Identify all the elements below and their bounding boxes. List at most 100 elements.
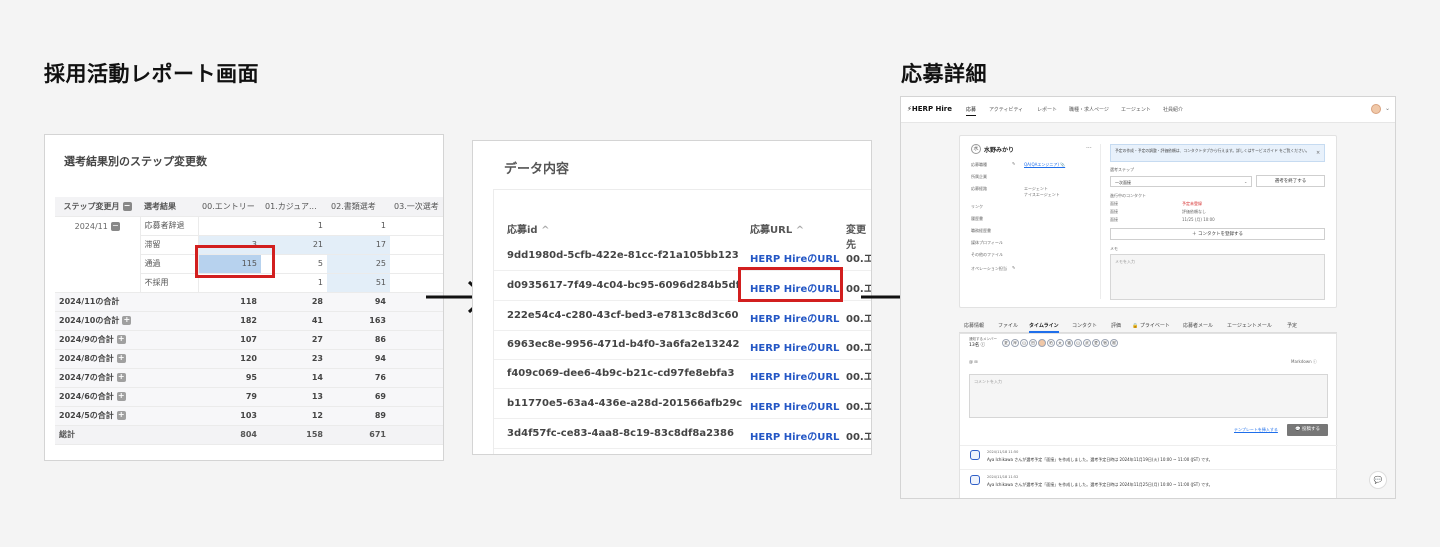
value-cell[interactable]: 2	[390, 425, 443, 445]
total-label[interactable]: 2024/11の合計	[55, 292, 198, 312]
value-cell[interactable]	[198, 216, 261, 236]
value-cell[interactable]	[390, 254, 443, 274]
value-cell[interactable]: 107	[198, 330, 261, 350]
member-chip[interactable]: 山	[1074, 339, 1082, 347]
nav-item-agents[interactable]: エージェント	[1121, 106, 1151, 113]
member-chip[interactable]: 山	[1020, 339, 1028, 347]
contact-status[interactable]: 11/25 (月) 10:00	[1182, 217, 1215, 223]
application-url-link[interactable]: HERP HireのURL	[750, 339, 839, 354]
markdown-toggle[interactable]: Markdown ⓘ	[1291, 359, 1317, 365]
nav-item-activity[interactable]: アクティビティ	[989, 106, 1023, 113]
value-cell[interactable]: 94	[327, 292, 390, 312]
value-cell[interactable]	[390, 406, 443, 426]
memo-input[interactable]: メモを入力	[1110, 254, 1325, 300]
application-url-link[interactable]: HERP HireのURL	[750, 398, 839, 413]
value-cell[interactable]	[390, 368, 443, 388]
member-chip[interactable]: 福	[1065, 339, 1073, 347]
member-chip[interactable]: 樹	[1110, 339, 1118, 347]
value-cell[interactable]: 1	[327, 216, 390, 236]
tab-candidate-mail[interactable]: 応募者メール	[1183, 322, 1213, 329]
end-selection-button[interactable]: 選考を終了する	[1256, 175, 1325, 187]
value-cell[interactable]: 12	[261, 406, 327, 426]
value-cell[interactable]: 95	[198, 368, 261, 388]
job-link[interactable]: QA(QAエンジニア) 📎	[1024, 162, 1065, 168]
member-chip[interactable]: 柏	[1047, 339, 1055, 347]
member-chip[interactable]: 田	[1029, 339, 1037, 347]
value-cell[interactable]: 17	[327, 235, 390, 255]
value-cell[interactable]: 86	[327, 330, 390, 350]
column-header-entry[interactable]: 00.エントリー	[198, 197, 261, 217]
column-header-first[interactable]: 03.一次選考	[390, 197, 443, 217]
column-header-document[interactable]: 02.書類選考	[327, 197, 390, 217]
value-cell[interactable]: 118	[198, 292, 261, 312]
edit-icon[interactable]: ✎	[1012, 265, 1015, 270]
value-cell[interactable]	[390, 349, 443, 369]
value-cell[interactable]: 13	[261, 387, 327, 407]
user-avatar[interactable]	[1371, 104, 1381, 114]
more-icon[interactable]: ···	[1086, 145, 1092, 152]
value-cell[interactable]: 120	[198, 349, 261, 369]
application-url-link[interactable]: HERP HireのURL	[750, 428, 839, 443]
value-cell[interactable]: 103	[198, 406, 261, 426]
tab-application-info[interactable]: 応募情報	[964, 322, 984, 329]
member-chip[interactable]: 宿	[1101, 339, 1109, 347]
edit-icon[interactable]: ✎	[1012, 161, 1015, 166]
application-url-link[interactable]: HERP HireのURL	[750, 250, 839, 265]
total-label[interactable]: 2024/9の合計 +	[55, 330, 198, 350]
chat-icon[interactable]: 💬	[1369, 471, 1387, 489]
value-cell[interactable]	[390, 330, 443, 350]
application-url-link[interactable]: HERP HireのURL	[750, 310, 839, 325]
value-cell[interactable]: 79	[198, 387, 261, 407]
column-header-month[interactable]: ステップ変更月 −	[55, 197, 140, 217]
member-chip[interactable]: 夏	[1002, 339, 1010, 347]
column-header-result[interactable]: 選考結果	[140, 197, 198, 217]
value-cell[interactable]: 41	[261, 311, 327, 331]
value-cell[interactable]: 1	[261, 216, 327, 236]
nav-item-jobs[interactable]: 職種・求人ページ	[1069, 106, 1109, 113]
contact-status[interactable]: 予定未登録	[1182, 201, 1202, 207]
step-select[interactable]: 一次面接 ⌄	[1110, 176, 1252, 187]
value-cell[interactable]: 25	[327, 254, 390, 274]
column-header-id[interactable]: 応募id ^	[507, 221, 549, 236]
value-cell[interactable]: 69	[327, 387, 390, 407]
value-cell[interactable]: 14	[261, 368, 327, 388]
contact-status[interactable]: 評価依頼なし	[1182, 209, 1206, 215]
tab-private[interactable]: 🔒 プライベート	[1132, 322, 1170, 329]
nav-item-referral[interactable]: 社員紹介	[1163, 106, 1183, 113]
chevron-down-icon[interactable]: ⌄	[1385, 105, 1390, 112]
value-cell[interactable]	[390, 387, 443, 407]
value-cell[interactable]: 28	[261, 292, 327, 312]
value-cell[interactable]	[390, 235, 443, 255]
value-cell[interactable]: 76	[327, 368, 390, 388]
tab-files[interactable]: ファイル	[998, 322, 1018, 329]
tab-schedule[interactable]: 予定	[1287, 322, 1297, 329]
insert-template-link[interactable]: テンプレートを挿入する	[1234, 427, 1278, 433]
total-label[interactable]: 2024/10の合計 +	[55, 311, 198, 331]
member-chip[interactable]: 武	[1083, 339, 1091, 347]
member-chip[interactable]: 愛	[1092, 339, 1100, 347]
value-cell[interactable]: 671	[327, 425, 390, 445]
mention-at-icon[interactable]: @ ⊞	[969, 359, 978, 364]
column-header-casual[interactable]: 01.カジュア...	[261, 197, 327, 217]
add-contact-button[interactable]: ＋ コンタクトを登録する	[1110, 228, 1325, 240]
value-cell[interactable]: 158	[261, 425, 327, 445]
comment-input[interactable]: コメントを入力	[969, 374, 1328, 418]
member-chip[interactable]	[1038, 339, 1046, 347]
total-label[interactable]: 2024/7の合計 +	[55, 368, 198, 388]
tab-contact[interactable]: コンタクト	[1072, 322, 1097, 329]
post-button[interactable]: 💬 投稿する	[1287, 424, 1328, 436]
value-cell[interactable]: 804	[198, 425, 261, 445]
value-cell[interactable]: 163	[327, 311, 390, 331]
member-chip[interactable]: 太	[1056, 339, 1064, 347]
value-cell[interactable]: 94	[327, 349, 390, 369]
herp-hire-logo[interactable]: ⚡HERP Hire	[907, 105, 952, 113]
close-icon[interactable]: ×	[1316, 150, 1320, 156]
value-cell[interactable]	[390, 216, 443, 236]
application-url-link[interactable]: HERP HireのURL	[750, 368, 839, 383]
tab-timeline[interactable]: タイムライン	[1029, 322, 1059, 333]
tab-agent-mail[interactable]: エージェントメール	[1227, 322, 1272, 329]
total-label[interactable]: 2024/6の合計 +	[55, 387, 198, 407]
tab-evaluation[interactable]: 評価	[1111, 322, 1121, 329]
member-chip[interactable]: 岸	[1011, 339, 1019, 347]
value-cell[interactable]: 51	[327, 273, 390, 293]
